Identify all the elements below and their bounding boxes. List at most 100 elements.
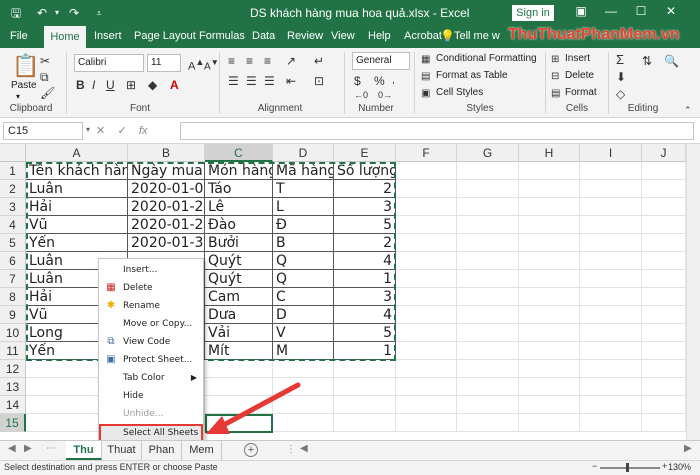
table-cell[interactable]: C bbox=[273, 288, 334, 306]
scroll-left-icon[interactable]: ◀ bbox=[300, 443, 308, 454]
align-left-icon[interactable]: ☰ bbox=[228, 74, 239, 88]
empty-cell[interactable] bbox=[396, 180, 457, 198]
empty-cell[interactable] bbox=[642, 396, 686, 414]
italic-icon[interactable]: I bbox=[92, 78, 95, 92]
table-cell[interactable]: 2020-01-20 bbox=[128, 198, 205, 216]
empty-cell[interactable] bbox=[519, 306, 580, 324]
find-select-icon[interactable]: 🔍 bbox=[664, 54, 679, 68]
column-header-f[interactable]: F bbox=[396, 144, 457, 162]
delete-cells-button[interactable]: Delete bbox=[565, 70, 594, 81]
empty-cell[interactable] bbox=[273, 414, 334, 432]
cell-styles-button[interactable]: Cell Styles bbox=[436, 87, 483, 98]
empty-cell[interactable] bbox=[396, 216, 457, 234]
empty-cell[interactable] bbox=[205, 378, 273, 396]
horizontal-scroll-splitter-icon[interactable]: ⋮ bbox=[286, 444, 296, 455]
empty-cell[interactable] bbox=[396, 414, 457, 432]
table-cell[interactable]: Đào bbox=[205, 216, 273, 234]
empty-cell[interactable] bbox=[580, 252, 642, 270]
bold-icon[interactable]: B bbox=[76, 78, 85, 92]
row-header-12[interactable]: 12 bbox=[0, 360, 26, 378]
empty-cell[interactable] bbox=[273, 378, 334, 396]
empty-cell[interactable] bbox=[519, 216, 580, 234]
empty-cell[interactable] bbox=[580, 414, 642, 432]
table-cell[interactable]: Hải bbox=[26, 198, 128, 216]
table-cell[interactable]: 5 bbox=[334, 324, 396, 342]
table-cell[interactable]: 5 bbox=[334, 216, 396, 234]
table-header-cell[interactable]: Tên khách hàng bbox=[26, 162, 128, 180]
table-cell[interactable]: 2 bbox=[334, 234, 396, 252]
table-header-cell[interactable]: Ngày mua bbox=[128, 162, 205, 180]
empty-cell[interactable] bbox=[642, 360, 686, 378]
next-sheet-icon[interactable]: ▶ bbox=[24, 443, 32, 454]
zoom-slider-thumb[interactable] bbox=[626, 463, 629, 472]
table-cell[interactable]: 2020-01-04 bbox=[128, 180, 205, 198]
table-cell[interactable]: V bbox=[273, 324, 334, 342]
row-header-14[interactable]: 14 bbox=[0, 396, 26, 414]
indent-icon[interactable]: ⇤ bbox=[286, 74, 296, 88]
redo-icon[interactable]: ↷ bbox=[66, 4, 82, 22]
row-header-10[interactable]: 10 bbox=[0, 324, 26, 342]
empty-cell[interactable] bbox=[519, 396, 580, 414]
name-box-dropdown-icon[interactable]: ▾ bbox=[86, 125, 90, 134]
menu-item-hide[interactable]: Hide bbox=[99, 387, 203, 405]
column-header-h[interactable]: H bbox=[519, 144, 580, 162]
table-cell[interactable]: Bưởi bbox=[205, 234, 273, 252]
empty-cell[interactable] bbox=[580, 216, 642, 234]
table-cell[interactable]: 2 bbox=[334, 180, 396, 198]
column-header-b[interactable]: B bbox=[128, 144, 205, 162]
align-top-icon[interactable]: ≡ bbox=[228, 54, 235, 68]
table-cell[interactable]: M bbox=[273, 342, 334, 360]
table-cell[interactable]: Vải bbox=[205, 324, 273, 342]
empty-cell[interactable] bbox=[396, 288, 457, 306]
orientation-icon[interactable]: ↗ bbox=[286, 54, 296, 68]
zoom-out-icon[interactable]: − bbox=[592, 461, 597, 471]
empty-cell[interactable] bbox=[642, 306, 686, 324]
empty-cell[interactable] bbox=[642, 180, 686, 198]
empty-cell[interactable] bbox=[642, 270, 686, 288]
empty-cell[interactable] bbox=[642, 324, 686, 342]
copy-icon[interactable]: ⧉ bbox=[40, 70, 49, 84]
merge-center-icon[interactable]: ⊡ bbox=[314, 74, 324, 88]
empty-cell[interactable] bbox=[580, 324, 642, 342]
vertical-scrollbar[interactable] bbox=[686, 144, 700, 440]
empty-cell[interactable] bbox=[580, 378, 642, 396]
column-header-c[interactable]: C bbox=[205, 144, 273, 162]
empty-cell[interactable] bbox=[396, 342, 457, 360]
row-header-8[interactable]: 8 bbox=[0, 288, 26, 306]
tab-home[interactable]: Home bbox=[44, 26, 86, 48]
empty-cell[interactable] bbox=[642, 216, 686, 234]
column-header-g[interactable]: G bbox=[457, 144, 519, 162]
column-header-e[interactable]: E bbox=[334, 144, 396, 162]
empty-cell[interactable] bbox=[457, 162, 519, 180]
empty-cell[interactable] bbox=[580, 180, 642, 198]
empty-cell[interactable] bbox=[205, 396, 273, 414]
font-color-icon[interactable]: A bbox=[170, 78, 179, 92]
empty-cell[interactable] bbox=[642, 342, 686, 360]
menu-item-protect-sheet[interactable]: ▣ Protect Sheet... bbox=[99, 351, 203, 369]
tab-page-layout[interactable]: Page Layout bbox=[134, 30, 196, 42]
empty-cell[interactable] bbox=[273, 360, 334, 378]
table-cell[interactable]: 1 bbox=[334, 270, 396, 288]
table-cell[interactable]: Quýt bbox=[205, 252, 273, 270]
underline-icon[interactable]: U bbox=[106, 78, 115, 92]
enter-icon[interactable]: ✓ bbox=[117, 125, 126, 137]
column-header-a[interactable]: A bbox=[26, 144, 128, 162]
tab-help[interactable]: Help bbox=[368, 30, 391, 42]
number-format-box[interactable]: General bbox=[352, 52, 410, 70]
undo-icon[interactable]: ↶ bbox=[34, 4, 50, 22]
accounting-format-icon[interactable]: $ bbox=[354, 74, 361, 88]
zoom-in-icon[interactable]: + bbox=[662, 461, 667, 471]
empty-cell[interactable] bbox=[519, 414, 580, 432]
row-header-11[interactable]: 11 bbox=[0, 342, 26, 360]
table-cell[interactable]: 3 bbox=[334, 198, 396, 216]
increase-font-icon[interactable]: A▲ bbox=[188, 55, 204, 74]
tab-review[interactable]: Review bbox=[287, 30, 323, 42]
table-cell[interactable]: Cam bbox=[205, 288, 273, 306]
formula-input[interactable] bbox=[180, 122, 694, 140]
sheet-tab-phan[interactable]: Phan bbox=[142, 441, 182, 460]
table-cell[interactable]: Luân bbox=[26, 180, 128, 198]
empty-cell[interactable] bbox=[642, 288, 686, 306]
tab-view[interactable]: View bbox=[331, 30, 355, 42]
sheet-list-icon[interactable]: ⋯ bbox=[46, 443, 56, 454]
empty-cell[interactable] bbox=[457, 234, 519, 252]
